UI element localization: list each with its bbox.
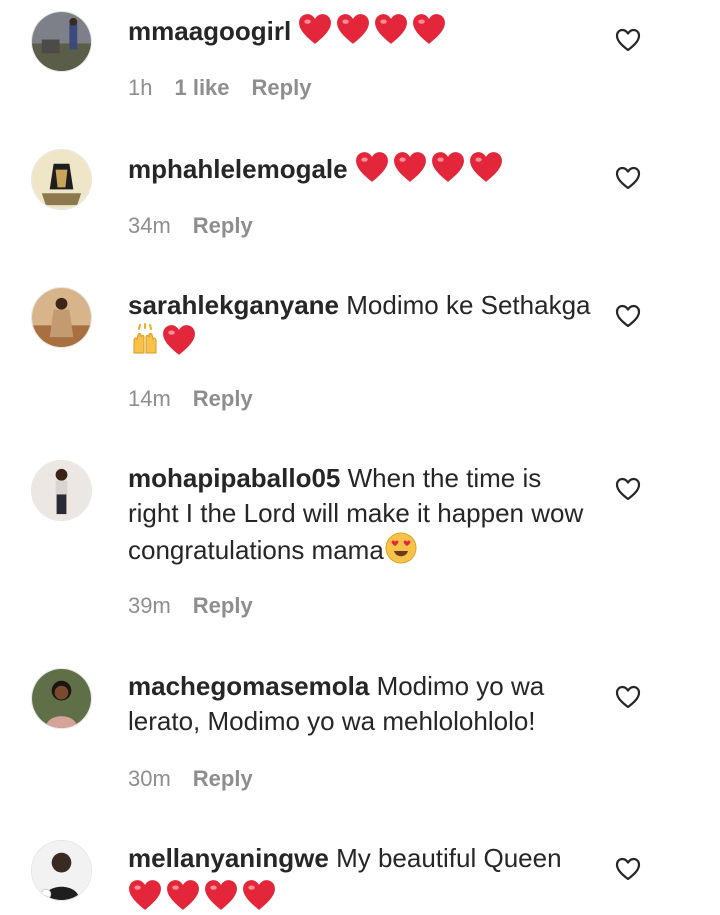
- like-heart-icon[interactable]: [615, 685, 641, 709]
- comment-list: mmaagoogirl 1h 1 like Reply mphahlelemogal…: [0, 0, 720, 915]
- red-heart-icon: [431, 150, 465, 184]
- reply-button[interactable]: Reply: [193, 766, 253, 791]
- comment-username[interactable]: mphahlelemogale: [128, 154, 348, 184]
- red-heart-icon: [336, 12, 370, 46]
- like-heart-icon[interactable]: [615, 304, 641, 328]
- comment-meta: 30m Reply: [128, 765, 275, 793]
- comment-meta: 34m Reply: [128, 212, 275, 240]
- comment-meta: 39m Reply: [128, 592, 275, 620]
- like-heart-icon[interactable]: [615, 477, 641, 501]
- heart-emoji-group: [298, 14, 450, 46]
- comment-username[interactable]: machegomasemola: [128, 671, 369, 701]
- avatar[interactable]: [31, 149, 92, 210]
- avatar[interactable]: [31, 11, 92, 72]
- like-heart-icon[interactable]: [615, 857, 641, 881]
- red-heart-icon: [298, 12, 332, 46]
- reply-button[interactable]: Reply: [252, 75, 312, 100]
- red-heart-icon: [374, 12, 408, 46]
- red-heart-icon: [412, 12, 446, 46]
- comment-meta: 14m Reply: [128, 385, 275, 413]
- comment-timestamp: 14m: [128, 386, 171, 411]
- comment-timestamp: 30m: [128, 766, 171, 791]
- heart-emoji-group: [128, 878, 598, 915]
- heart-eyes-emoji-icon: [384, 531, 418, 565]
- avatar[interactable]: [31, 287, 92, 348]
- red-heart-icon: [128, 878, 162, 912]
- red-heart-icon: [355, 150, 389, 184]
- comment-timestamp: 1h: [128, 75, 153, 100]
- comment-timestamp: 34m: [128, 213, 171, 238]
- comment-username[interactable]: mmaagoogirl: [128, 16, 291, 46]
- comment-text: My beautiful Queen: [336, 843, 562, 873]
- heart-emoji-group: [355, 152, 507, 184]
- like-heart-icon[interactable]: [615, 166, 641, 190]
- red-heart-icon: [162, 323, 196, 357]
- red-heart-icon: [166, 878, 200, 912]
- comment-likes-count[interactable]: 1 like: [174, 75, 229, 100]
- reply-button[interactable]: Reply: [193, 386, 253, 411]
- red-heart-icon: [469, 150, 503, 184]
- comment-meta: 1h 1 like Reply: [128, 74, 333, 102]
- comment-username[interactable]: mohapipaballo05: [128, 463, 340, 493]
- comment-username[interactable]: mellanyaningwe: [128, 843, 329, 873]
- comment-text: Modimo ke Sethakga: [346, 290, 591, 320]
- red-heart-icon: [393, 150, 427, 184]
- raised-hands-emoji-icon: [128, 323, 162, 357]
- red-heart-icon: [204, 878, 238, 912]
- avatar[interactable]: [31, 668, 92, 729]
- reply-button[interactable]: Reply: [193, 593, 253, 618]
- avatar[interactable]: [31, 840, 92, 901]
- reply-button[interactable]: Reply: [193, 213, 253, 238]
- red-heart-icon: [242, 878, 276, 912]
- avatar[interactable]: [31, 460, 92, 521]
- comment-timestamp: 39m: [128, 593, 171, 618]
- like-heart-icon[interactable]: [615, 28, 641, 52]
- comment-username[interactable]: sarahlekganyane: [128, 290, 339, 320]
